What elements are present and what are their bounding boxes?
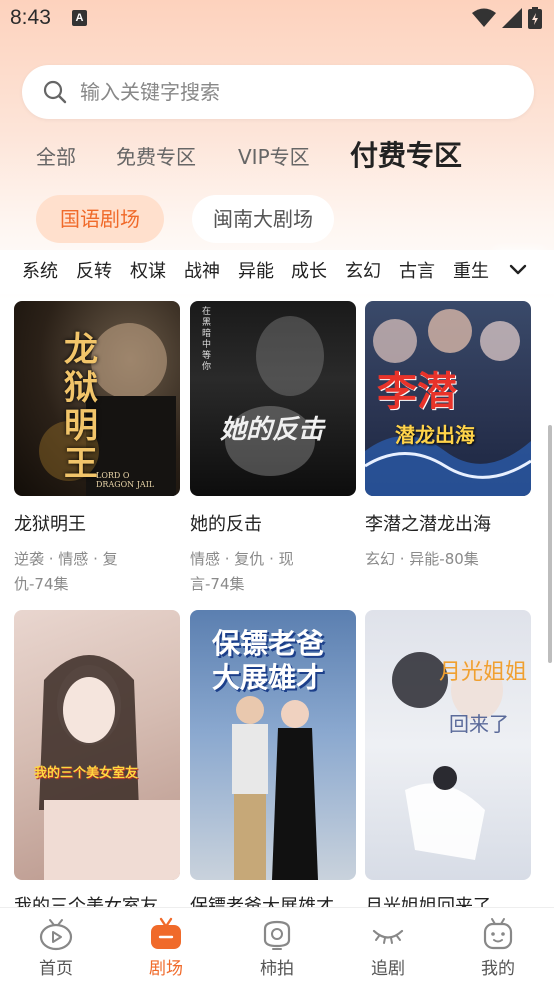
drama-tags: 言-74集	[190, 575, 245, 593]
poster-subtitle-art: LORD O DRAGON JAIL	[96, 471, 155, 489]
poster-subtitle-art: 潜龙出海	[395, 423, 475, 447]
eye-closed-icon	[372, 929, 404, 944]
poster-art	[392, 652, 503, 860]
robot-profile-icon	[483, 918, 513, 950]
tab-all[interactable]: 全部	[36, 144, 76, 170]
nav-profile[interactable]: 我的	[458, 908, 538, 985]
genre-chip[interactable]: 战神	[184, 260, 220, 284]
drama-tags: 情感 · 复仇 · 现	[190, 550, 294, 568]
poster-subtitle-art: 在黑暗中等你	[202, 307, 212, 372]
poster-subtitle-art: 大展雄才	[212, 661, 325, 694]
poster-title-art: 月光姐姐	[439, 660, 528, 685]
scrollbar[interactable]	[548, 425, 552, 663]
genre-chip[interactable]: 成长	[291, 260, 327, 284]
poster-title-art: 李潜	[377, 368, 457, 415]
subtab-minnan-theater[interactable]: 闽南大剧场	[192, 195, 334, 243]
wifi-icon	[472, 8, 496, 27]
genre-filter-strip: 系统 反转 权谋 战神 异能 成长 玄幻 古言 重生	[0, 250, 554, 294]
tab-free[interactable]: 免费专区	[116, 144, 196, 170]
nav-follow[interactable]: 追剧	[348, 908, 428, 985]
drama-tags: 逆袭 · 情感 · 复	[14, 550, 118, 568]
nav-label: 剧场	[149, 959, 183, 979]
genre-chip[interactable]: 反转	[76, 260, 112, 284]
nav-label: 首页	[39, 959, 73, 979]
genre-chip[interactable]: 异能	[238, 260, 274, 284]
battery-icon	[528, 7, 542, 29]
drama-tags: 仇-74集	[14, 575, 69, 593]
search-icon	[43, 80, 67, 104]
drama-poster[interactable]: 李潜 潜龙出海	[365, 301, 531, 496]
drama-title[interactable]: 李潜之潜龙出海	[365, 513, 491, 537]
drama-poster[interactable]: 她的反击 在黑暗中等你	[190, 301, 356, 496]
status-bar: 8:43 A	[0, 0, 554, 38]
camera-icon	[263, 920, 291, 950]
nav-label: 追剧	[371, 959, 405, 979]
genre-chip[interactable]: 系统	[22, 260, 58, 284]
search-bar[interactable]: 输入关键字搜索	[22, 65, 534, 119]
poster-subtitle-art: 回来了	[449, 712, 509, 736]
search-placeholder: 输入关键字搜索	[80, 80, 220, 104]
poster-title-art: 她的反击	[220, 415, 325, 445]
bottom-navigation: 首页 剧场 柿拍 追剧 我的	[0, 907, 554, 985]
theater-icon	[151, 917, 181, 949]
drama-tags: 玄幻 · 异能-80集	[365, 550, 479, 568]
genre-chip[interactable]: 古言	[399, 260, 435, 284]
drama-poster[interactable]: 我的三个美女室友	[14, 610, 180, 880]
drama-poster[interactable]: 保镖老爸 大展雄才	[190, 610, 356, 880]
nav-shipai[interactable]: 柿拍	[237, 908, 317, 985]
drama-poster[interactable]: 龙狱明王 LORD O DRAGON JAIL	[14, 301, 180, 496]
status-time: 8:43	[10, 6, 51, 29]
signal-icon	[502, 8, 522, 28]
notification-icon: A	[72, 10, 87, 26]
tab-paid[interactable]: 付费专区	[350, 139, 462, 173]
poster-title-art: 龙狱明王	[64, 330, 98, 484]
genre-chip[interactable]: 重生	[453, 260, 489, 284]
nav-label: 柿拍	[260, 959, 294, 979]
nav-theater[interactable]: 剧场	[126, 908, 206, 985]
nav-home[interactable]: 首页	[16, 908, 96, 985]
poster-art	[225, 316, 324, 476]
drama-poster[interactable]: 月光姐姐 回来了	[365, 610, 531, 880]
tab-vip[interactable]: VIP专区	[238, 144, 310, 170]
poster-art	[39, 655, 180, 880]
tv-home-icon	[39, 919, 73, 951]
subtab-mandarin-theater[interactable]: 国语剧场	[36, 195, 164, 243]
poster-title-art: 我的三个美女室友	[34, 766, 139, 781]
chevron-down-icon[interactable]	[508, 262, 528, 278]
drama-title[interactable]: 龙狱明王	[14, 513, 86, 537]
genre-chip[interactable]: 权谋	[130, 260, 166, 284]
genre-chip[interactable]: 玄幻	[345, 260, 381, 284]
nav-label: 我的	[481, 959, 515, 979]
status-icons	[472, 7, 542, 29]
drama-title[interactable]: 她的反击	[190, 513, 262, 537]
